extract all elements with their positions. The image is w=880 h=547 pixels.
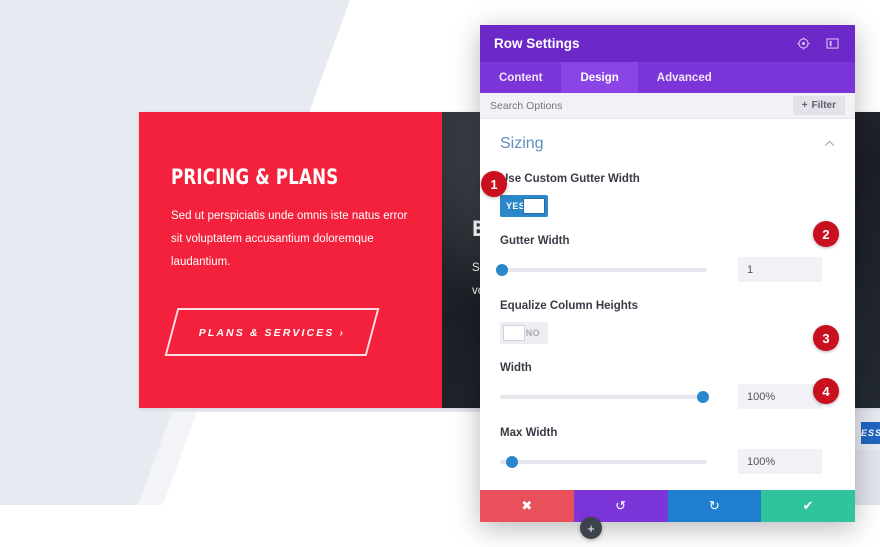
slider-row: 100% [500,384,835,409]
target-icon[interactable] [795,35,812,52]
gutter-width-slider[interactable] [496,263,707,276]
filter-button[interactable]: + Filter [792,96,845,115]
field-use-custom-gutter-width: Use Custom Gutter Width YES [500,173,835,217]
width-slider[interactable] [500,390,709,403]
plus-icon: + [801,100,808,111]
search-options-row: + Filter [480,93,855,119]
step-badge-2: 2 [813,221,839,247]
layout-panel-icon[interactable] [824,35,841,52]
equalize-column-heights-toggle[interactable]: NO [500,322,548,344]
step-badge-3: 3 [813,325,839,351]
pricing-heading: PRICING & PLANS [171,164,339,189]
slider-row: 1 [496,257,835,282]
use-custom-gutter-width-toggle[interactable]: YES [500,195,548,217]
field-width: Width 100% [500,362,835,409]
tab-advanced[interactable]: Advanced [638,62,731,93]
toggle-knob [503,325,525,341]
save-button[interactable]: ✔ [761,490,855,522]
field-equalize-column-heights: Equalize Column Heights NO [500,300,835,344]
panel-tabs: Content Design Advanced [480,62,855,93]
field-label: Use Custom Gutter Width [500,173,640,185]
toggle-state-label: NO [525,328,540,338]
field-label: Max Width [500,427,558,439]
search-input[interactable] [490,99,793,112]
pricing-paragraph: Sed ut perspiciatis unde omnis iste natu… [171,209,408,268]
step-badge-4: 4 [813,378,839,404]
field-max-width: Max Width 100% [500,427,835,474]
slider-handle[interactable] [506,455,519,468]
plans-services-button[interactable]: PLANS & SERVICES › [164,307,380,356]
panel-title: Row Settings [494,36,580,51]
step-badge-1: 1 [481,171,507,197]
max-width-value[interactable]: 100% [738,449,822,474]
right-badge-fragment: ESSA [861,422,880,444]
row-settings-panel: Row Settings Content Design Advanced + F… [480,25,855,522]
panel-footer: ✖ ↺ ↻ ✔ [480,490,855,522]
sizing-section-header[interactable]: Sizing [500,135,835,153]
cancel-button[interactable]: ✖ [480,490,574,522]
chevron-up-icon[interactable] [824,138,835,150]
tab-design[interactable]: Design [561,62,638,93]
toggle-knob [523,198,545,214]
slider-row: 100% [500,449,835,474]
field-label: Width [500,362,532,374]
tab-content[interactable]: Content [480,62,561,93]
slider-handle[interactable] [496,263,509,276]
redo-button[interactable]: ↻ [667,490,762,522]
width-value[interactable]: 100% [738,384,822,409]
pricing-column-left: PRICING & PLANS Sed ut perspiciatis unde… [139,112,442,408]
slider-handle[interactable] [696,390,709,403]
add-row-button[interactable]: + [580,517,602,539]
max-width-slider[interactable] [500,455,707,468]
field-label: Gutter Width [500,235,570,247]
filter-button-label: Filter [811,100,836,111]
field-gutter-width: Gutter Width 1 [496,235,835,282]
panel-body: Sizing Use Custom Gutter Width YES Gutte… [480,119,855,490]
gutter-width-value[interactable]: 1 [738,257,822,282]
section-title: Sizing [500,135,544,152]
field-label: Equalize Column Heights [500,300,639,312]
panel-header: Row Settings [480,25,855,62]
plans-services-button-label: PLANS & SERVICES › [198,326,346,339]
